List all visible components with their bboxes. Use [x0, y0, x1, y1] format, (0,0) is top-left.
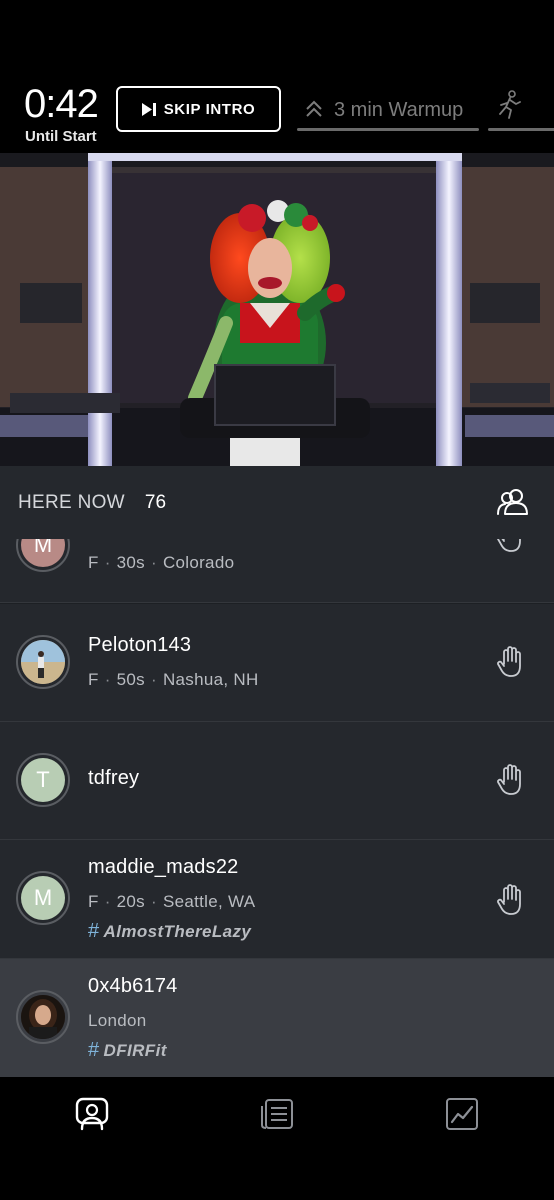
rider-location: London — [88, 1011, 147, 1030]
rider-age: 30s — [116, 553, 145, 572]
avatar — [16, 635, 70, 689]
rider-gender: F — [88, 553, 99, 572]
rider-hashtag-text: AlmostThereLazy — [103, 922, 252, 941]
avatar-initial: M — [33, 885, 53, 910]
rider-username: 0x4b6174 — [88, 975, 178, 997]
here-now-count: 76 — [144, 491, 167, 513]
rider-username: Peloton143 — [88, 634, 192, 656]
high-five-hand-icon[interactable] — [496, 646, 524, 678]
avatar-photo — [21, 640, 65, 684]
rider-hashtag-text: DFIRFit — [103, 1041, 167, 1060]
avatar-initial: M — [33, 539, 53, 557]
group-icon[interactable] — [496, 487, 530, 517]
rider-location: Seattle, WA — [162, 892, 256, 911]
rider-meta: F · 20s · Seattle, WA — [88, 892, 256, 911]
avatar — [16, 990, 70, 1044]
rider-hashtag[interactable]: # DFIRFit — [88, 1039, 167, 1062]
rider-row[interactable]: T tdfrey — [0, 722, 554, 840]
rider-meta: F · 30s · Colorado — [88, 553, 235, 572]
top-bar: 0:42 Until Start SKIP INTRO 3 min Warmup — [0, 0, 554, 153]
metrics-graph-icon[interactable] — [445, 1097, 479, 1131]
chevrons-up-icon — [306, 100, 322, 117]
next-segment-bar — [488, 128, 554, 131]
rider-location: Colorado — [162, 553, 235, 572]
avatar: T — [16, 753, 70, 807]
avatar: M — [16, 539, 70, 572]
here-now-header: HERE NOW 76 — [0, 466, 554, 539]
segment-progress-bar — [297, 128, 479, 131]
class-plan-icon[interactable] — [260, 1097, 294, 1131]
rider-row-current-user[interactable]: 0x4b6174 London # DFIRFit — [0, 959, 554, 1077]
running-person-icon — [499, 90, 521, 119]
skip-forward-icon — [141, 102, 156, 116]
rider-list[interactable]: M F·30s·Colorado Peloton143 F·50s — [0, 539, 554, 1077]
rider-row[interactable]: M F · 30s · Colorado — [0, 539, 554, 603]
segment-indicator: 3 min Warmup — [298, 88, 463, 132]
rider-gender: F — [88, 892, 99, 911]
rider-row[interactable]: M maddie_mads22 F · 20s · Seattle, WA # Almos… — [0, 840, 554, 959]
rider-username: maddie_mads22 — [88, 856, 239, 878]
high-five-hand-icon[interactable] — [496, 884, 524, 916]
rider-age: 50s — [116, 670, 145, 689]
rider-row[interactable]: Peloton143 F · 50s · Nashua, NH — [0, 604, 554, 722]
rider-username: tdfrey — [88, 767, 140, 789]
segment-label: 3 min Warmup — [334, 98, 464, 121]
skip-intro-label: SKIP INTRO — [163, 100, 256, 118]
rider-gender: F — [88, 670, 99, 689]
high-five-hand-icon[interactable] — [496, 539, 524, 553]
high-five-hand-icon[interactable] — [496, 764, 524, 796]
rider-hashtag[interactable]: # AlmostThereLazy — [88, 920, 251, 943]
skip-intro-button[interactable]: SKIP INTRO — [116, 86, 281, 132]
here-now-label: HERE NOW — [18, 491, 125, 513]
avatar-initial: T — [36, 767, 50, 792]
class-video[interactable] — [0, 153, 554, 466]
rider-meta: London — [88, 1011, 147, 1031]
bottom-navigation — [0, 1077, 554, 1200]
until-start-label: Until Start — [25, 128, 97, 145]
countdown-timer: 0:42 — [24, 82, 99, 126]
rider-meta: F · 50s · Nashua, NH — [88, 670, 259, 689]
leaderboard-person-icon[interactable] — [75, 1097, 109, 1131]
video-frame-image — [0, 153, 554, 466]
avatar-photo — [21, 995, 65, 1039]
rider-location: Nashua, NH — [162, 670, 259, 689]
avatar: M — [16, 871, 70, 925]
rider-age: 20s — [116, 892, 145, 911]
